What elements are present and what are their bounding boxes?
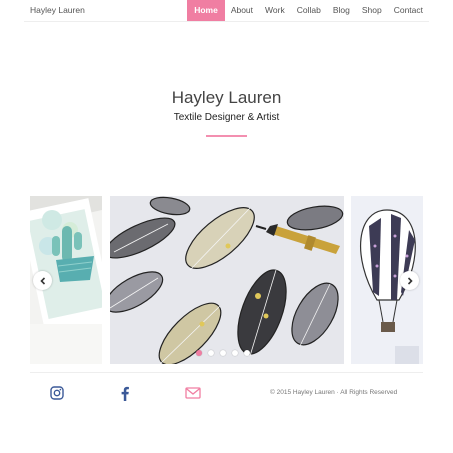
site-brand-link[interactable]: Hayley Lauren — [30, 5, 85, 15]
page-subtitle: Textile Designer & Artist — [173, 112, 280, 123]
nav-item-about[interactable]: About — [225, 0, 259, 21]
carousel-next-button[interactable] — [400, 271, 419, 290]
copyright-text: © 2015 Hayley Lauren · All Rights Reserv… — [270, 389, 398, 396]
nav-item-home[interactable]: Home — [187, 0, 225, 21]
carousel-dot-4[interactable] — [232, 350, 238, 356]
carousel-pagination — [196, 350, 250, 356]
email-icon — [185, 387, 201, 399]
footer-divider — [30, 372, 423, 373]
title-underline — [206, 135, 247, 137]
nav-item-collab[interactable]: Collab — [291, 0, 327, 21]
chevron-right-icon — [407, 276, 413, 285]
carousel-dot-5[interactable] — [244, 350, 250, 356]
top-navigation-bar: Hayley Lauren Home About Work Collab Blo… — [0, 0, 453, 21]
nav-item-blog[interactable]: Blog — [327, 0, 356, 21]
carousel-slide-leaves[interactable] — [110, 196, 344, 364]
instagram-link[interactable] — [49, 385, 65, 401]
leaf-drawing-image — [110, 196, 344, 364]
facebook-icon — [121, 386, 129, 401]
carousel-dot-2[interactable] — [208, 350, 214, 356]
nav-item-shop[interactable]: Shop — [356, 0, 388, 21]
main-nav: Home About Work Collab Blog Shop Contact — [187, 0, 429, 21]
carousel-prev-button[interactable] — [33, 271, 52, 290]
page-title: Hayley Lauren — [171, 88, 282, 107]
carousel-dot-1[interactable] — [196, 350, 202, 356]
chevron-left-icon — [39, 276, 45, 285]
nav-item-work[interactable]: Work — [259, 0, 291, 21]
facebook-link[interactable] — [117, 385, 133, 401]
carousel-dot-3[interactable] — [220, 350, 226, 356]
nav-item-contact[interactable]: Contact — [388, 0, 429, 21]
email-link[interactable] — [185, 385, 201, 401]
instagram-icon — [50, 386, 64, 400]
image-carousel — [30, 196, 423, 364]
header-divider — [24, 21, 429, 22]
